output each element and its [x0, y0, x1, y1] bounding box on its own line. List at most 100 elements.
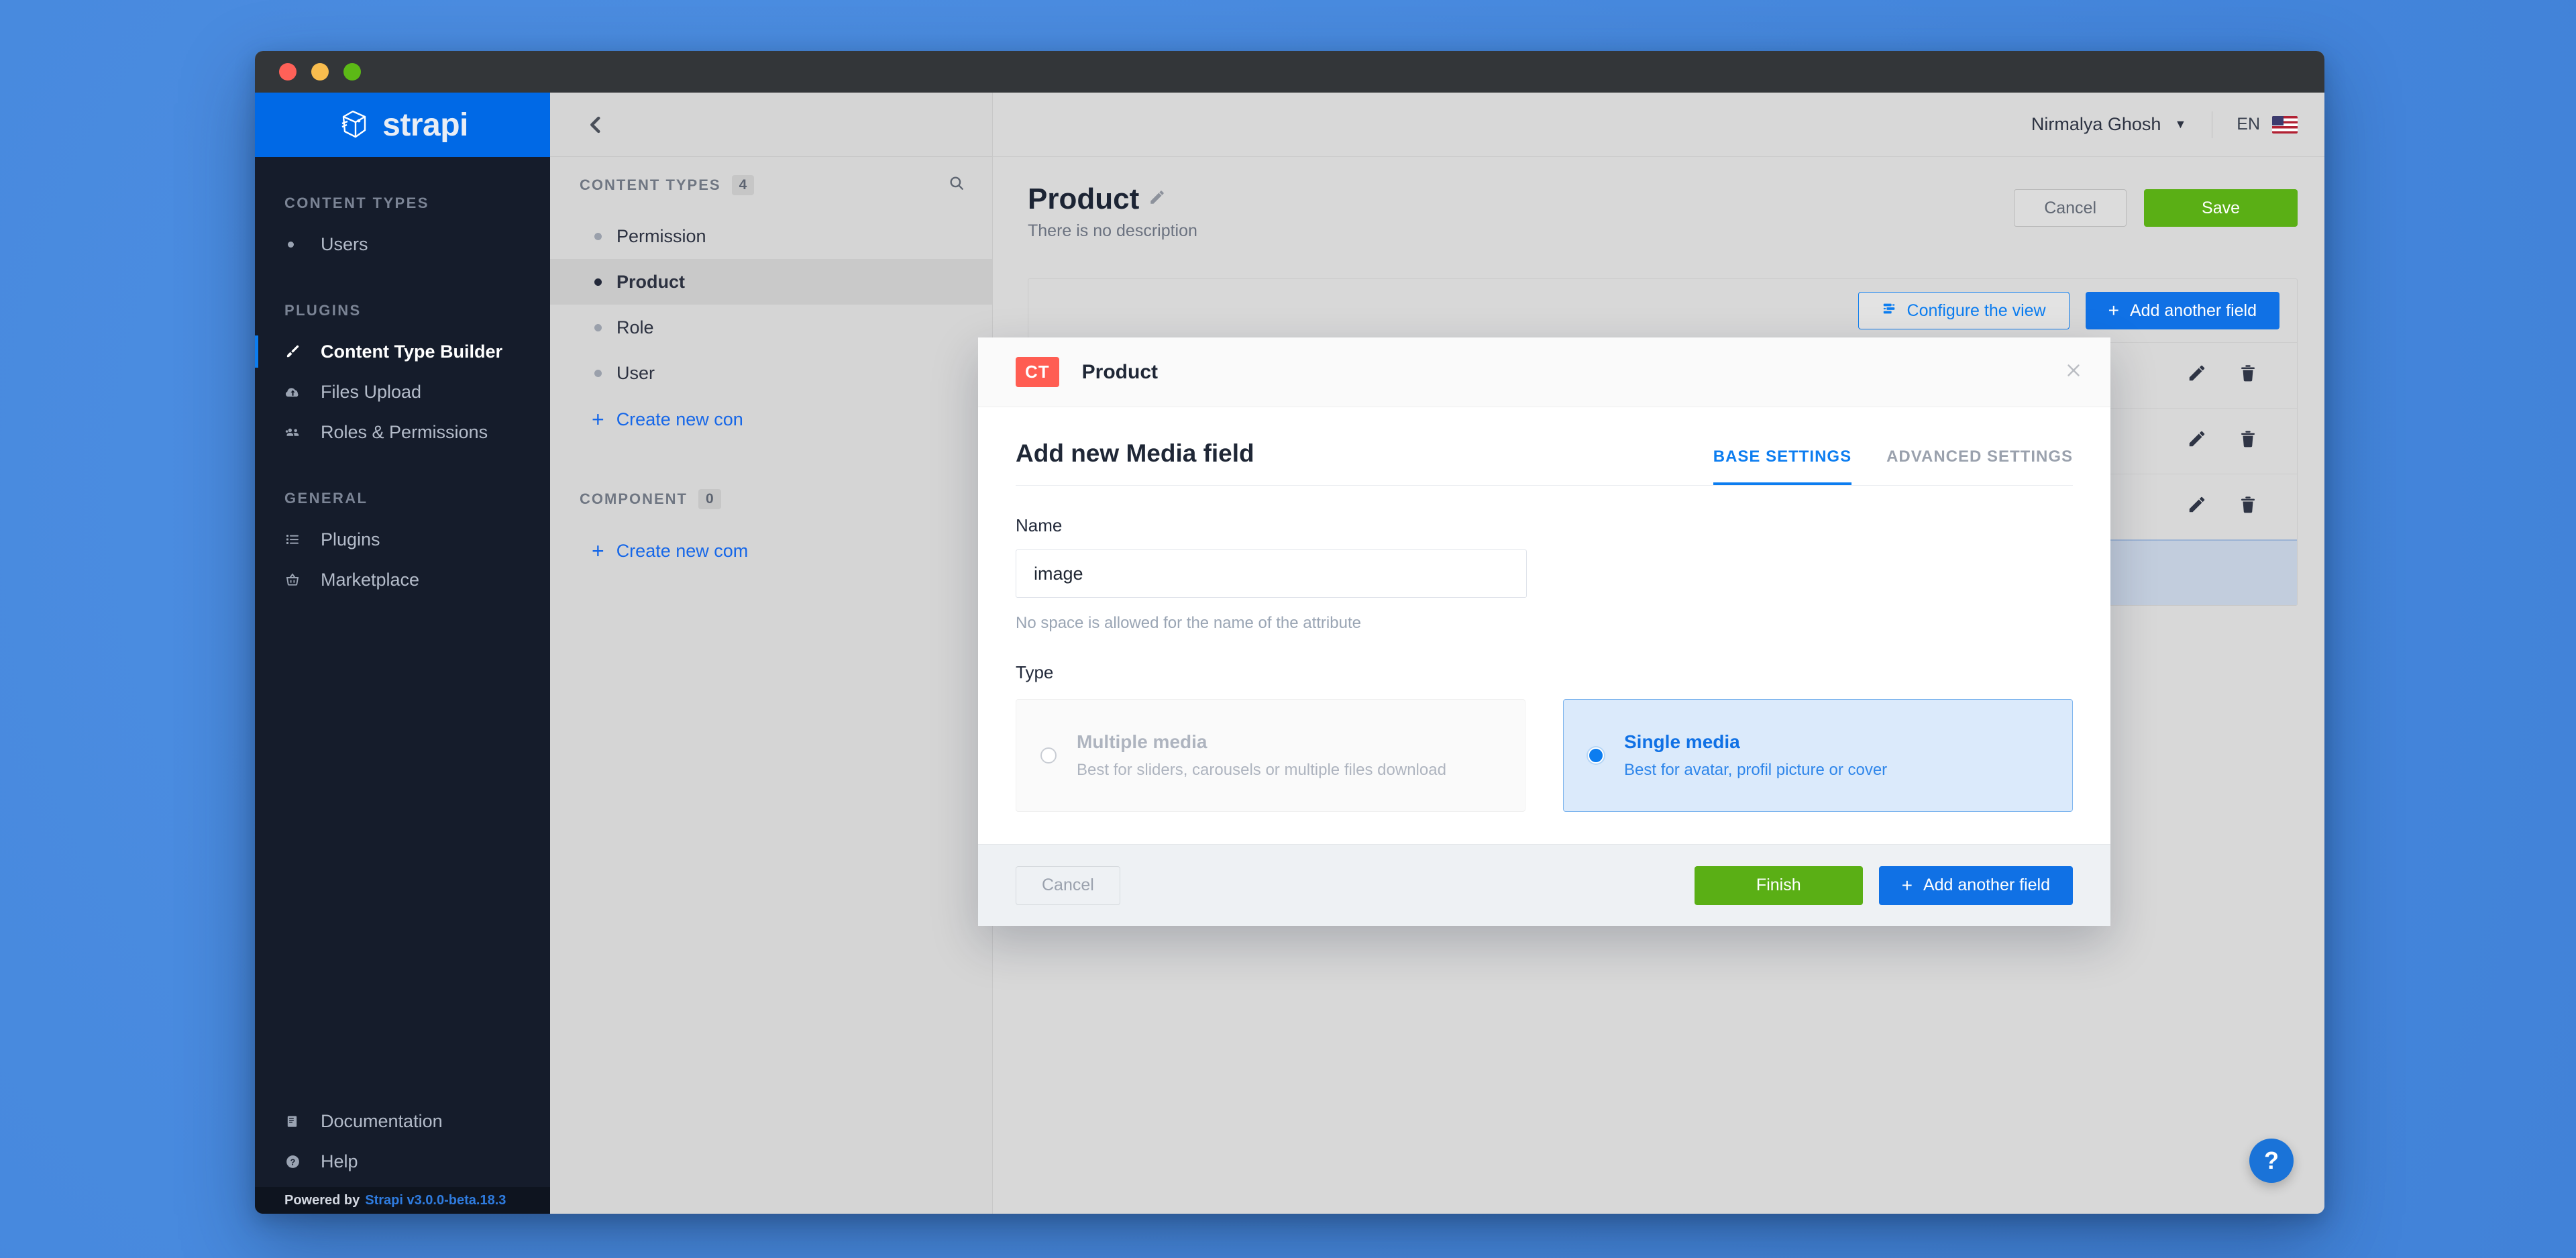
page-description: There is no description [1028, 221, 1197, 240]
window-close-button[interactable] [279, 63, 297, 81]
plus-icon: + [592, 407, 604, 431]
book-icon [284, 1114, 321, 1129]
modal-cancel-button[interactable]: Cancel [1016, 866, 1120, 905]
brand-name: strapi [382, 107, 468, 143]
sidebar-item-content-type-builder[interactable]: Content Type Builder [255, 331, 550, 372]
sidebar-item-label: Roles & Permissions [321, 421, 488, 442]
strapi-version-link[interactable]: Strapi v3.0.0-beta.18.3 [365, 1193, 506, 1208]
type-option-text: Single media Best for avatar, profil pic… [1624, 731, 1887, 780]
close-icon[interactable] [2063, 360, 2084, 384]
content-type-item-user[interactable]: User [550, 350, 992, 396]
svg-text:?: ? [290, 1157, 296, 1167]
type-option-multiple-media[interactable]: Multiple media Best for sliders, carouse… [1016, 699, 1525, 812]
modal-body: Add new Media field BASE SETTINGS ADVANC… [978, 407, 2110, 844]
add-another-field-label: Add another field [2129, 301, 2257, 320]
sidebar-item-label: Users [321, 233, 368, 254]
configure-the-view-button[interactable]: Configure the view [1858, 292, 2070, 329]
modal-add-another-field-button[interactable]: + Add another field [1878, 866, 2073, 905]
name-input[interactable]: image [1016, 549, 1527, 598]
radio-icon[interactable] [1040, 747, 1057, 764]
question-mark-icon: ? [2264, 1147, 2279, 1174]
content-types-label: CONTENT TYPES [580, 176, 721, 193]
tab-advanced-settings[interactable]: ADVANCED SETTINGS [1886, 448, 2073, 485]
content-type-item-product[interactable]: Product [550, 259, 992, 305]
cancel-button[interactable]: Cancel [2014, 189, 2127, 227]
tab-base-settings[interactable]: BASE SETTINGS [1713, 448, 1852, 485]
content-type-label: Role [616, 317, 654, 337]
modal-content-type-name: Product [1081, 360, 1159, 383]
search-icon[interactable] [948, 174, 965, 197]
main-topbar: Nirmalya Ghosh ▼ EN [993, 93, 2324, 157]
list-icon [284, 531, 321, 547]
name-field-label: Name [1016, 515, 1063, 535]
modal-add-another-field-label: Add another field [1923, 876, 2050, 894]
us-flag-icon [2272, 115, 2298, 134]
page-header: Product There is no description Cancel S… [993, 157, 2324, 241]
sidebar-item-marketplace[interactable]: Marketplace [255, 560, 550, 600]
create-new-component-link[interactable]: + Create new com [550, 527, 992, 574]
sidebar-footer-nav: Documentation ? Help [255, 1101, 550, 1187]
plus-icon: + [592, 538, 604, 563]
name-input-value: image [1034, 563, 1083, 584]
modal-title-row: Add new Media field BASE SETTINGS ADVANC… [1016, 439, 2073, 486]
user-menu[interactable]: Nirmalya Ghosh ▼ [2031, 114, 2212, 135]
sidebar-section-general: GENERAL [284, 490, 368, 507]
pencil-icon[interactable] [1148, 189, 1166, 211]
chevron-left-icon[interactable] [577, 106, 614, 144]
page-header-actions: Cancel Save [2014, 182, 2324, 227]
content-type-item-permission[interactable]: Permission [550, 213, 992, 259]
radio-icon[interactable] [1588, 747, 1604, 764]
sidebar-item-label: Documentation [321, 1110, 443, 1131]
sidebar-section-content-types: CONTENT TYPES [284, 195, 429, 211]
help-fab-button[interactable]: ? [2249, 1139, 2294, 1183]
pencil-icon[interactable] [2187, 494, 2207, 520]
content-type-label: Product [616, 271, 686, 292]
language-selector[interactable]: EN [2212, 115, 2298, 134]
pencil-icon[interactable] [2187, 363, 2207, 388]
save-button[interactable]: Save [2144, 189, 2298, 227]
window-titlebar [255, 51, 2324, 93]
sidebar-item-documentation[interactable]: Documentation [255, 1101, 550, 1141]
type-option-text: Multiple media Best for sliders, carouse… [1077, 731, 1446, 780]
sidebar-item-label: Help [321, 1151, 358, 1171]
cloud-upload-icon [284, 384, 321, 401]
page-titles: Product There is no description [1028, 182, 2014, 241]
shopping-basket-icon [284, 572, 321, 588]
page-title-text: Product [1028, 182, 1140, 215]
sidebar-item-plugins[interactable]: Plugins [255, 519, 550, 560]
type-option-subtitle: Best for avatar, profil picture or cover [1624, 761, 1888, 779]
left-sidebar: strapi CONTENT TYPES Users PLUGINS Conte… [255, 93, 550, 1214]
window-maximize-button[interactable] [343, 63, 361, 81]
window-minimize-button[interactable] [311, 63, 329, 81]
content-types-panel: CONTENT TYPES 4 Permission Product Role … [550, 93, 993, 1214]
question-circle-icon: ? [284, 1153, 321, 1170]
add-another-field-button[interactable]: + Add another field [2085, 292, 2279, 329]
bullet-icon [594, 232, 602, 240]
type-field-label: Type [1016, 662, 1054, 682]
create-new-content-type-link[interactable]: + Create new con [550, 396, 992, 443]
trash-icon[interactable] [2238, 429, 2258, 454]
brand-header[interactable]: strapi [255, 93, 550, 157]
content-type-item-role[interactable]: Role [550, 305, 992, 350]
component-count: 0 [698, 489, 721, 509]
type-option-title: Multiple media [1077, 731, 1208, 752]
add-media-field-modal: CT Product Add new Media field BASE SETT… [978, 337, 2110, 926]
trash-icon[interactable] [2238, 363, 2258, 388]
type-option-subtitle: Best for sliders, carousels or multiple … [1077, 761, 1446, 779]
content-type-label: User [616, 362, 655, 383]
sidebar-item-files-upload[interactable]: Files Upload [255, 372, 550, 412]
sidebar-item-help[interactable]: ? Help [255, 1141, 550, 1182]
type-option-single-media[interactable]: Single media Best for avatar, profil pic… [1563, 699, 2073, 812]
finish-button[interactable]: Finish [1694, 866, 1863, 905]
sidebar-item-roles-permissions[interactable]: Roles & Permissions [255, 412, 550, 452]
sidebar-section-plugins: PLUGINS [284, 302, 362, 319]
trash-icon[interactable] [2238, 494, 2258, 520]
paintbrush-icon [284, 344, 321, 360]
modal-tabs: BASE SETTINGS ADVANCED SETTINGS [1713, 448, 2073, 485]
pencil-icon[interactable] [2187, 429, 2207, 454]
type-option-cards: Multiple media Best for sliders, carouse… [1016, 699, 2073, 812]
users-group-icon [284, 424, 321, 441]
component-header: COMPONENT 0 [550, 471, 992, 527]
sidebar-item-users[interactable]: Users [255, 224, 550, 264]
